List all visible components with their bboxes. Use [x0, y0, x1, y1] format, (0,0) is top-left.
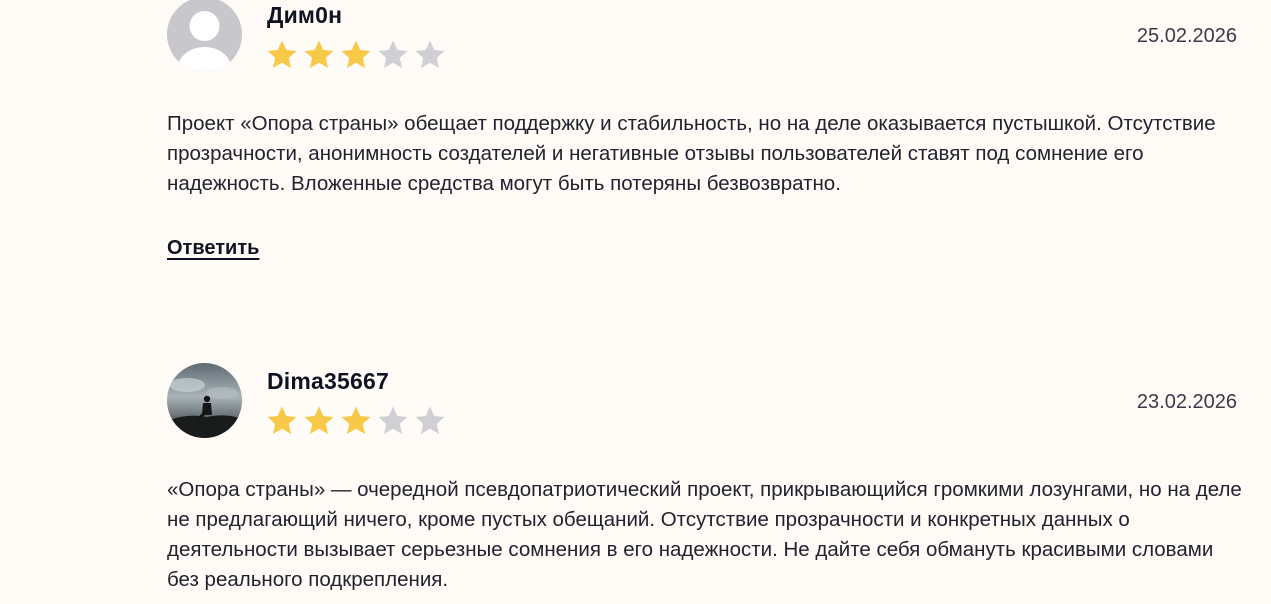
review-author: Dima35667 — [267, 368, 389, 394]
star-filled-icon — [340, 405, 372, 436]
default-avatar-icon — [167, 0, 242, 72]
review-text: Проект «Опора страны» обещает поддержку … — [167, 112, 1216, 195]
star-filled-icon — [303, 405, 335, 436]
star-filled-icon — [303, 39, 335, 70]
user-photo-avatar — [167, 363, 242, 438]
review-text: «Опора страны» — очередной псевдопатриот… — [167, 478, 1242, 591]
star-filled-icon — [266, 39, 298, 70]
star-empty-icon — [377, 39, 409, 70]
review-author: Дим0н — [267, 2, 343, 28]
star-empty-icon — [414, 39, 446, 70]
star-filled-icon — [266, 405, 298, 436]
star-rating — [266, 39, 446, 70]
star-rating — [266, 405, 446, 436]
reply-link[interactable]: Ответить — [167, 237, 259, 260]
review-date: 25.02.2026 — [1136, 25, 1237, 47]
star-filled-icon — [340, 39, 372, 70]
star-empty-icon — [414, 405, 446, 436]
star-empty-icon — [377, 405, 409, 436]
review-date: 23.02.2026 — [1136, 391, 1237, 413]
